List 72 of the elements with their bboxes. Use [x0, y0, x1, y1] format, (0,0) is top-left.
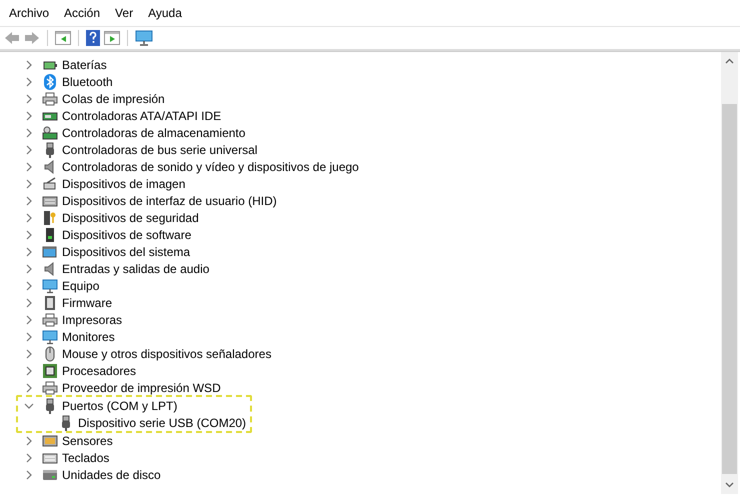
- expand-chevron-icon[interactable]: [24, 452, 34, 462]
- expand-chevron-icon[interactable]: [24, 314, 34, 324]
- expand-chevron-icon[interactable]: [24, 110, 34, 120]
- tree-item[interactable]: Controladoras de almacenamiento: [62, 126, 246, 140]
- tree-item[interactable]: Controladoras ATA/ATAPI IDE: [62, 108, 222, 122]
- printer-icon: [42, 312, 58, 328]
- panel-icon[interactable]: [55, 31, 71, 45]
- tree-item[interactable]: Colas de impresión: [62, 92, 165, 106]
- tree-item[interactable]: Unidades de disco: [62, 468, 161, 482]
- tree-item[interactable]: Sensores: [62, 434, 113, 448]
- monitor-icon: [42, 328, 58, 344]
- menu-item[interactable]: Ayuda: [141, 6, 190, 20]
- tree-item[interactable]: Controladoras de sonido y vídeo y dispositivos de juego: [62, 160, 359, 174]
- tree-item[interactable]: Mouse y otros dispositivos señaladores: [62, 346, 272, 360]
- expand-chevron-icon[interactable]: [24, 196, 34, 206]
- tree-item[interactable]: Dispositivos de seguridad: [62, 210, 199, 224]
- expand-chevron-icon[interactable]: [24, 264, 34, 274]
- expand-chevron-icon[interactable]: [24, 178, 34, 188]
- printer-icon: [42, 90, 58, 106]
- expand-chevron-icon[interactable]: [24, 298, 34, 308]
- scroll-up-icon[interactable]: [725, 58, 734, 64]
- expand-chevron-icon[interactable]: [24, 230, 34, 240]
- menu-item[interactable]: Ver: [108, 6, 142, 20]
- printer-icon: [42, 380, 58, 396]
- expand-chevron-icon[interactable]: [24, 144, 34, 154]
- tree-item[interactable]: Firmware: [62, 296, 112, 310]
- expand-chevron-icon[interactable]: [24, 246, 34, 256]
- monitor-icon: [42, 278, 58, 294]
- expand-chevron-icon[interactable]: [24, 382, 34, 392]
- tree-item[interactable]: Dispositivos del sistema: [62, 244, 190, 258]
- expand-chevron-icon[interactable]: [24, 332, 34, 342]
- tree-item[interactable]: Teclados: [62, 450, 110, 464]
- scroll-thumb[interactable]: [722, 104, 737, 474]
- tree-item[interactable]: Equipo: [62, 278, 100, 292]
- tree-item[interactable]: Dispositivos de interfaz de usuario (HID): [62, 194, 277, 208]
- tree-item[interactable]: Baterías: [62, 58, 107, 72]
- tree-item[interactable]: Proveedor de impresión WSD: [62, 380, 221, 394]
- monitor-icon[interactable]: [135, 30, 153, 46]
- tree-item[interactable]: Puertos (COM y LPT): [62, 398, 178, 412]
- expand-chevron-icon[interactable]: [24, 280, 34, 290]
- expand-chevron-icon[interactable]: [24, 128, 34, 138]
- panel-icon[interactable]: [104, 31, 120, 45]
- menu-item[interactable]: Archivo: [2, 6, 58, 20]
- expand-chevron-icon[interactable]: [24, 94, 34, 104]
- tree-item[interactable]: Bluetooth: [62, 74, 113, 88]
- tree-item[interactable]: Controladoras de bus serie universal: [62, 142, 258, 156]
- expand-chevron-icon[interactable]: [24, 60, 34, 70]
- expand-chevron-icon[interactable]: [24, 212, 34, 222]
- tree-item[interactable]: Procesadores: [62, 364, 136, 378]
- expand-chevron-icon[interactable]: [24, 348, 34, 358]
- tree-item[interactable]: Impresoras: [62, 312, 122, 326]
- expand-chevron-icon[interactable]: [24, 470, 34, 480]
- menu-item[interactable]: Acción: [57, 6, 108, 20]
- processor-icon: [42, 362, 58, 378]
- expand-chevron-icon[interactable]: [24, 436, 34, 446]
- back-arrow-icon[interactable]: [4, 31, 20, 45]
- tree-item[interactable]: Dispositivos de imagen: [62, 176, 186, 190]
- tree-item[interactable]: Entradas y salidas de audio: [62, 262, 210, 276]
- key-icon: [42, 210, 58, 226]
- expand-chevron-icon[interactable]: [24, 76, 34, 86]
- help-icon[interactable]: [86, 30, 100, 46]
- bluetooth-icon: [42, 74, 58, 90]
- tree-item[interactable]: Monitores: [62, 330, 115, 344]
- scrollbar[interactable]: [721, 52, 738, 494]
- tree-item[interactable]: Dispositivos de software: [62, 228, 192, 242]
- tree-item[interactable]: Dispositivo serie USB (COM20): [78, 416, 246, 430]
- forward-arrow-icon[interactable]: [24, 31, 40, 45]
- chip-icon: [42, 294, 58, 310]
- expand-chevron-icon[interactable]: [24, 162, 34, 172]
- expand-chevron-icon[interactable]: [24, 366, 34, 376]
- collapse-chevron-icon[interactable]: [24, 400, 34, 410]
- scroll-down-icon[interactable]: [725, 482, 734, 488]
